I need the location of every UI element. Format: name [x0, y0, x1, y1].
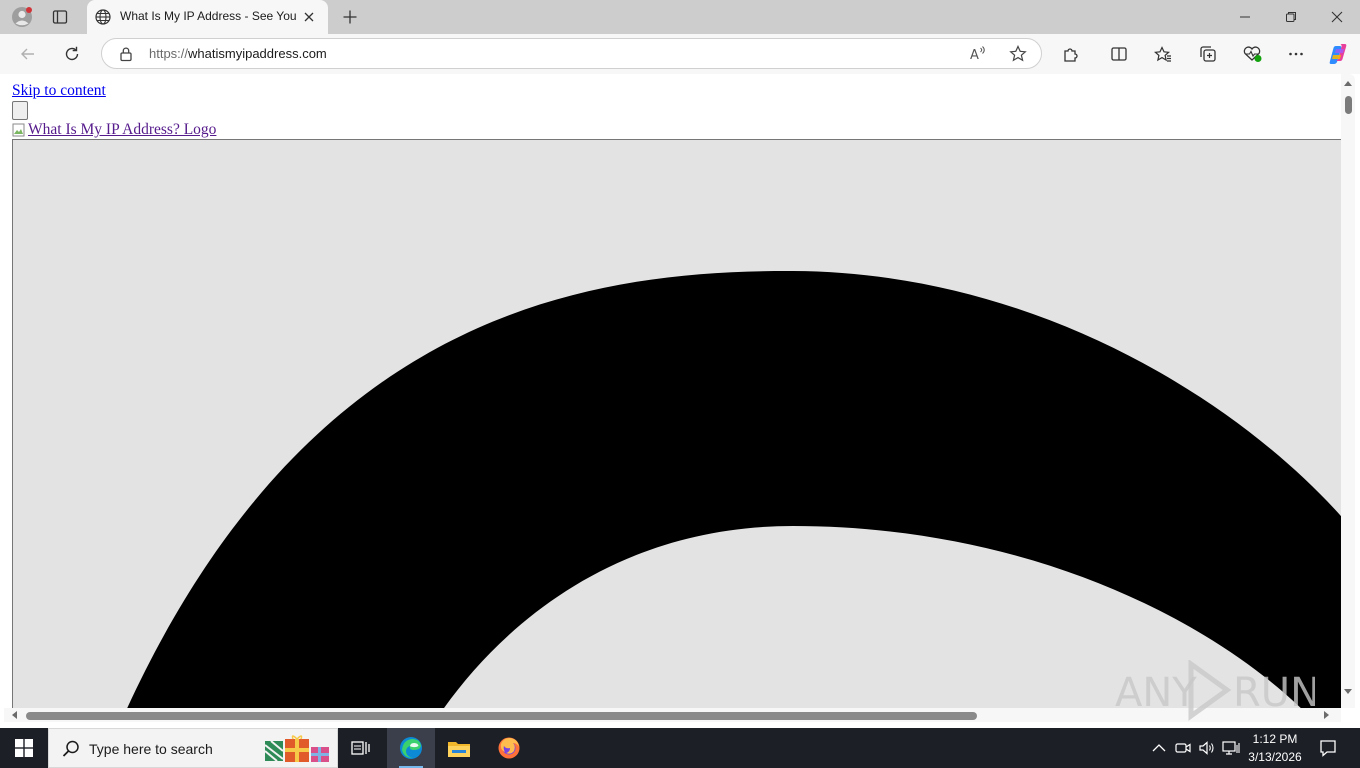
refresh-button[interactable]: [58, 40, 86, 68]
taskbar-search-box[interactable]: Type here to search: [48, 728, 338, 768]
copilot-icon: [1329, 44, 1347, 64]
globe-icon: [95, 9, 111, 25]
browser-toolbar: https://whatismyipaddress.com A: [0, 34, 1360, 74]
task-view-icon: [351, 741, 370, 755]
task-view-button[interactable]: [338, 728, 384, 768]
favorites-button[interactable]: [1149, 40, 1177, 68]
tab-close-icon[interactable]: [300, 8, 318, 26]
browser-essentials-icon: [1243, 46, 1262, 62]
collections-icon: [1200, 46, 1216, 62]
close-window-button[interactable]: [1314, 0, 1360, 34]
more-button[interactable]: [1282, 40, 1310, 68]
vertical-scroll-thumb[interactable]: [1345, 96, 1352, 114]
new-tab-button[interactable]: [336, 3, 364, 31]
system-clock[interactable]: 1:12 PM 3/13/2026: [1240, 730, 1310, 766]
back-button[interactable]: [14, 40, 42, 68]
search-highlight-gifts-icon[interactable]: [263, 735, 335, 763]
watermark-any: ANY: [1115, 670, 1197, 716]
scroll-left-icon[interactable]: [11, 711, 17, 719]
tab-active[interactable]: What Is My IP Address - See Your Public …: [87, 0, 328, 34]
extensions-button[interactable]: [1057, 40, 1085, 68]
skip-to-content-link[interactable]: Skip to content: [12, 82, 106, 100]
address-bar[interactable]: https://whatismyipaddress.com A: [101, 38, 1042, 69]
windows-taskbar: Type here to search 1:12 PM 3/13/2026: [0, 728, 1360, 768]
plus-icon: [343, 10, 357, 24]
extensions-icon: [1064, 48, 1078, 62]
tab-actions-icon: [52, 10, 68, 24]
firefox-icon: [498, 737, 520, 759]
start-button[interactable]: [0, 728, 48, 768]
horizontal-scroll-thumb[interactable]: [26, 712, 977, 720]
taskbar-edge-button[interactable]: [387, 728, 435, 768]
site-logo-link[interactable]: What Is My IP Address? Logo: [12, 121, 216, 139]
menu-toggle-button[interactable]: [12, 101, 28, 120]
browser-essentials-button[interactable]: [1238, 40, 1266, 68]
more-icon: [1289, 52, 1303, 56]
meet-now-icon: [1175, 743, 1191, 753]
large-ring-graphic: [127, 270, 1341, 708]
clock-time: 1:12 PM: [1252, 732, 1298, 746]
url-scheme: https://: [149, 46, 189, 61]
volume-button[interactable]: [1197, 738, 1217, 758]
network-button[interactable]: [1221, 738, 1241, 758]
tab-actions-button[interactable]: [46, 3, 74, 31]
copilot-button[interactable]: [1324, 40, 1352, 68]
hero-image: [12, 139, 1341, 708]
show-hidden-icons-icon: [1152, 744, 1166, 752]
url-text[interactable]: https://whatismyipaddress.com: [149, 46, 327, 61]
clock-date: 3/13/2026: [1248, 750, 1302, 764]
broken-image-icon: [12, 123, 25, 137]
tab-title: What Is My IP Address - See Your Public …: [120, 9, 296, 23]
network-icon: [1222, 741, 1240, 755]
url-host: whatismyipaddress.com: [188, 46, 327, 61]
search-icon: [62, 740, 79, 757]
profile-avatar[interactable]: [8, 3, 36, 31]
restore-button[interactable]: [1268, 0, 1314, 34]
profile-icon: [12, 7, 32, 27]
show-hidden-icons-button[interactable]: [1149, 738, 1169, 758]
notifications-icon: [1320, 740, 1336, 757]
logo-alt-text: What Is My IP Address? Logo: [28, 121, 217, 138]
taskbar-firefox-button[interactable]: [486, 728, 532, 768]
web-page: Skip to content What Is My IP Address? L…: [4, 74, 1341, 708]
search-placeholder: Type here to search: [89, 741, 213, 757]
vertical-scrollbar[interactable]: [1341, 74, 1355, 708]
favorite-star-icon[interactable]: [1008, 44, 1028, 64]
split-screen-icon: [1111, 47, 1127, 61]
taskbar-file-explorer-button[interactable]: [436, 728, 482, 768]
read-aloud-icon[interactable]: A: [968, 44, 988, 64]
minimize-icon: [1240, 16, 1250, 18]
lock-icon[interactable]: [117, 45, 135, 63]
notifications-button[interactable]: [1318, 738, 1338, 758]
minimize-button[interactable]: [1222, 0, 1268, 34]
restore-icon: [1286, 12, 1296, 22]
favorites-icon: [1154, 46, 1171, 62]
scroll-right-icon[interactable]: [1324, 711, 1330, 719]
back-icon: [21, 48, 34, 60]
volume-icon: [1199, 741, 1214, 755]
scroll-down-icon[interactable]: [1344, 689, 1352, 695]
tab-strip: What Is My IP Address - See Your Public …: [0, 0, 1360, 34]
anyrun-watermark: ANY RUN: [1115, 660, 1315, 721]
meet-now-button[interactable]: [1173, 738, 1193, 758]
windows-logo-icon: [15, 739, 33, 757]
close-icon: [1331, 11, 1343, 23]
scroll-up-icon[interactable]: [1344, 80, 1352, 86]
svg-text:A: A: [970, 48, 979, 63]
page-viewport: Skip to content What Is My IP Address? L…: [4, 74, 1355, 722]
edge-icon: [400, 737, 422, 759]
split-screen-button[interactable]: [1105, 40, 1133, 68]
watermark-run: RUN: [1233, 670, 1315, 716]
file-explorer-icon: [448, 742, 470, 757]
collections-button[interactable]: [1194, 40, 1222, 68]
refresh-icon: [65, 46, 79, 61]
